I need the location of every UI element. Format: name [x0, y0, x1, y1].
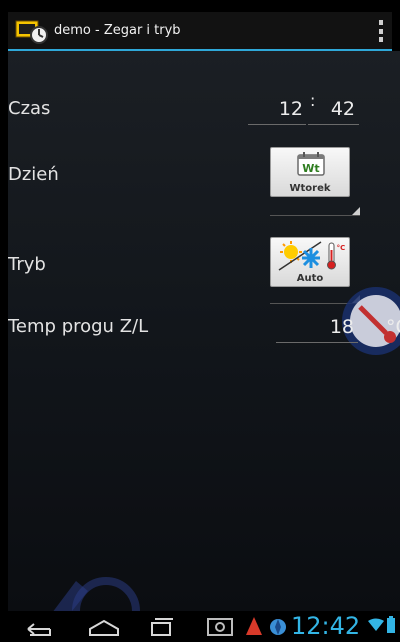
calendar-icon: Wt — [297, 152, 325, 176]
navigation-bar: 12:42 — [8, 611, 400, 642]
mode-button[interactable]: °C Auto — [270, 237, 350, 287]
time-minutes[interactable]: 42 — [308, 98, 355, 120]
action-bar: demo - Zegar i tryb — [8, 12, 392, 51]
day-label: Dzień — [8, 164, 59, 185]
app-icon[interactable] — [14, 15, 50, 47]
threshold-unit: °C — [386, 316, 400, 338]
threshold-value[interactable]: 18 — [276, 316, 354, 338]
time-minutes-underline — [308, 124, 359, 125]
recent-apps-icon[interactable] — [146, 615, 176, 639]
time-hours-underline — [248, 124, 306, 125]
home-icon[interactable] — [86, 615, 122, 639]
watermark-logo — [53, 577, 140, 611]
status-clock: 12:42 — [291, 612, 361, 640]
time-label: Czas — [8, 98, 51, 119]
day-spinner-arrow — [352, 207, 360, 215]
svg-text:°C: °C — [337, 244, 345, 252]
app-title: demo - Zegar i tryb — [54, 23, 181, 38]
overflow-menu-icon[interactable] — [376, 20, 386, 42]
back-icon[interactable] — [22, 615, 56, 639]
battery-icon — [387, 616, 395, 633]
day-spinner-underline — [270, 215, 360, 216]
status-bar-top — [0, 0, 400, 12]
threshold-underline — [276, 342, 358, 343]
sun-snowflake-thermometer-icon: °C — [278, 241, 345, 271]
day-button[interactable]: Wt Wtorek — [270, 147, 350, 197]
mode-label: Tryb — [8, 254, 46, 275]
settings-content: Czas 12 : 42 Dzień Wt Wtorek Tryb °C Aut… — [8, 51, 400, 611]
time-hours[interactable]: 12 — [248, 98, 303, 120]
wifi-icon — [368, 618, 384, 631]
app-notification-icon — [270, 619, 286, 635]
day-button-label: Wtorek — [289, 183, 331, 194]
threshold-label: Temp progu Z/L — [8, 316, 149, 337]
svg-text:Wt: Wt — [302, 162, 319, 175]
warning-icon — [246, 617, 262, 635]
screenshot-icon[interactable] — [206, 615, 234, 637]
